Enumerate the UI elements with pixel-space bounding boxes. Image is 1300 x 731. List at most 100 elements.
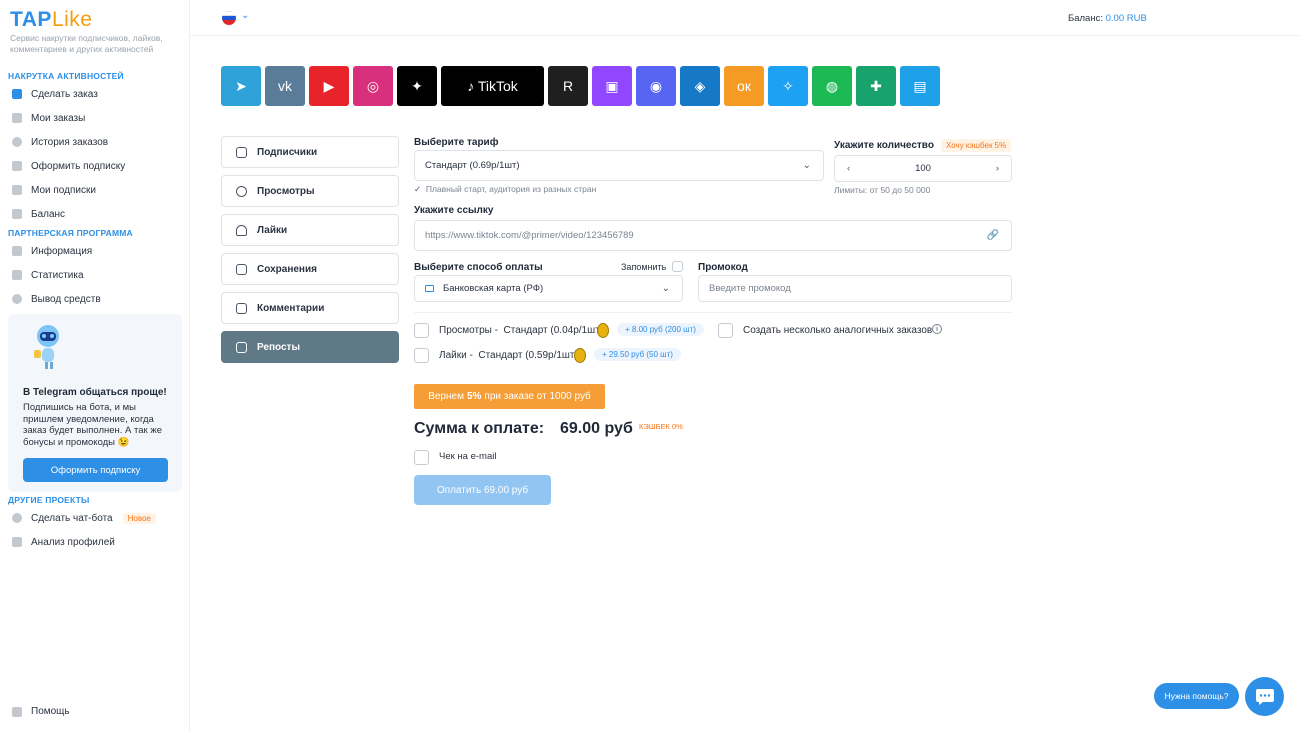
remember-checkbox[interactable] xyxy=(672,261,683,272)
card-icon xyxy=(425,285,434,292)
platform-telegram-button[interactable]: ➤ xyxy=(221,66,261,106)
sidebar-item-make-order[interactable]: Сделать заказ xyxy=(12,85,98,103)
subscribe-telegram-button[interactable]: Оформить подписку xyxy=(23,458,168,482)
promo-text: Подпишись на бота, и мы пришлем уведомле… xyxy=(23,402,162,448)
chevron-down-icon[interactable]: ⌄ xyxy=(241,10,249,21)
divider xyxy=(414,312,1012,313)
chat-icon xyxy=(12,513,22,523)
platform-rutube-button[interactable]: R xyxy=(548,66,588,106)
sidebar: TAPLike Сервис накрутки подписчиков, лай… xyxy=(0,0,190,731)
platform-odnoklassniki-button[interactable]: ок xyxy=(724,66,764,106)
addon-likes-label: Лайки - Стандарт (0.59р/1шт) xyxy=(439,350,578,361)
link-input[interactable]: https://www.tiktok.com/@primer/video/123… xyxy=(414,220,1012,251)
heart-icon xyxy=(236,224,247,236)
platform-selector: ➤ vk ▶ ◎ ✦ ♪ TikTok R ▣ ◉ ◈ ок ✧ ◍ ✚ ▤ xyxy=(221,66,940,106)
section-title-activities: НАКРУТКА АКТИВНОСТЕЙ xyxy=(8,71,124,81)
sidebar-item-my-orders[interactable]: Мои заказы xyxy=(12,109,85,127)
platform-instagram-button[interactable]: ◎ xyxy=(353,66,393,106)
platform-twitter-button[interactable]: ✧ xyxy=(768,66,808,106)
promo-label: Промокод xyxy=(698,262,748,273)
logo[interactable]: TAPLike xyxy=(10,8,92,32)
info-icon[interactable]: i xyxy=(932,324,942,334)
sidebar-item-my-subscriptions[interactable]: Мои подписки xyxy=(12,181,96,199)
quantity-label: Укажите количество xyxy=(834,140,934,151)
new-badge: Новое xyxy=(122,512,156,524)
platform-youtube-button[interactable]: ▶ xyxy=(309,66,349,106)
balance: Баланс: 0.00 RUB xyxy=(1068,13,1147,24)
chevron-right-icon[interactable]: › xyxy=(996,163,999,174)
tab-views[interactable]: Просмотры xyxy=(221,175,399,207)
addon-likes-checkbox[interactable] xyxy=(414,348,429,363)
chevron-left-icon[interactable]: ‹ xyxy=(847,163,850,174)
sidebar-item-profile-analysis[interactable]: Анализ профилей xyxy=(12,533,115,551)
russia-flag-icon[interactable] xyxy=(222,11,236,25)
quantity-limits: Лимиты: от 50 до 50 000 xyxy=(834,185,931,195)
cashback-total: КЭШБЕК 0% xyxy=(639,422,683,431)
robot-icon xyxy=(34,325,59,369)
tagline: Сервис накрутки подписчиков, лайков, ком… xyxy=(10,33,163,54)
sidebar-item-order-history[interactable]: История заказов xyxy=(12,133,108,151)
list-icon xyxy=(12,185,22,195)
platform-threads-button[interactable]: ✦ xyxy=(397,66,437,106)
platform-vk-button[interactable]: vk xyxy=(265,66,305,106)
sidebar-item-chatbot[interactable]: Сделать чат-бота Новое xyxy=(12,509,156,527)
info-icon xyxy=(12,246,22,256)
receipt-checkbox[interactable] xyxy=(414,450,429,465)
section-title-partner: ПАРТНЕРСКАЯ ПРОГРАММА xyxy=(8,228,133,238)
section-title-other-projects: ДРУГИЕ ПРОЕКТЫ xyxy=(8,495,90,505)
sidebar-item-balance[interactable]: Баланс xyxy=(12,205,65,223)
cashback-tag[interactable]: Хочу кэшбек 5% xyxy=(941,139,1012,152)
category-list: Подписчики Просмотры Лайки Сохранения Ко… xyxy=(221,136,399,370)
sidebar-item-statistics[interactable]: Статистика xyxy=(12,266,84,284)
platform-zen-button[interactable]: ✚ xyxy=(856,66,896,106)
tab-comments[interactable]: Комментарии xyxy=(221,292,399,324)
platform-discord-button[interactable]: ◉ xyxy=(636,66,676,106)
sidebar-item-subscribe[interactable]: Оформить подписку xyxy=(12,157,125,175)
payment-select[interactable]: Банковская карта (РФ) ⌄ xyxy=(414,275,683,302)
bag-icon xyxy=(12,89,22,99)
promo-input[interactable]: Введите промокод xyxy=(698,275,1012,302)
help-icon xyxy=(12,706,22,717)
addon-views-checkbox[interactable] xyxy=(414,323,429,338)
chat-widget-button[interactable] xyxy=(1245,677,1284,716)
total-amount: 69.00 руб xyxy=(560,420,633,437)
stack-icon xyxy=(12,537,22,547)
tariff-hint: ✓ Плавный старт, аудитория из разных стр… xyxy=(414,184,597,194)
payment-label: Выберите способ оплаты xyxy=(414,262,543,273)
multi-orders-checkbox[interactable] xyxy=(718,323,733,338)
tab-likes[interactable]: Лайки xyxy=(221,214,399,246)
tab-reposts[interactable]: Репосты xyxy=(221,331,399,363)
coins-icon xyxy=(12,294,22,304)
tariff-label: Выберите тариф xyxy=(414,137,499,148)
help-bubble[interactable]: Нужна помощь? xyxy=(1154,683,1239,709)
link-icon: 🔗 xyxy=(986,230,999,241)
telegram-promo-card: В Telegram общаться проще! Подпишись на … xyxy=(8,314,182,492)
platform-twitch-button[interactable]: ▣ xyxy=(592,66,632,106)
remember-label: Запомнить xyxy=(621,262,667,272)
sidebar-item-help[interactable]: Помощь xyxy=(12,706,70,717)
topbar: ⌄ Баланс: 0.00 RUB xyxy=(190,0,1300,36)
tab-saves[interactable]: Сохранения xyxy=(221,253,399,285)
coin-icon xyxy=(597,323,609,338)
promo-title: В Telegram общаться проще! xyxy=(23,387,167,398)
pay-button[interactable]: Оплатить 69.00 руб xyxy=(414,475,551,505)
users-icon xyxy=(236,146,247,158)
cart-icon xyxy=(12,161,22,171)
eye-icon xyxy=(236,185,247,197)
sidebar-item-withdraw[interactable]: Вывод средств xyxy=(12,290,101,308)
comment-icon xyxy=(236,302,247,314)
quantity-stepper[interactable]: ‹ 100 › xyxy=(834,155,1012,182)
tariff-select[interactable]: Стандарт (0.69р/1шт) ⌄ xyxy=(414,150,824,181)
chevron-down-icon: ⌄ xyxy=(802,160,811,171)
chevron-down-icon: ⌄ xyxy=(661,283,670,294)
sidebar-item-info[interactable]: Информация xyxy=(12,242,92,260)
send-icon xyxy=(236,341,247,353)
platform-chat-button[interactable]: ▤ xyxy=(900,66,940,106)
addon-likes-bonus: + 29.50 руб (50 шт) xyxy=(594,348,681,361)
platform-spotify-button[interactable]: ◍ xyxy=(812,66,852,106)
platform-likee-button[interactable]: ◈ xyxy=(680,66,720,106)
addon-views-bonus: + 8.00 руб (200 шт) xyxy=(617,323,704,336)
tab-subscribers[interactable]: Подписчики xyxy=(221,136,399,168)
link-label: Укажите ссылку xyxy=(414,205,494,216)
platform-tiktok-button[interactable]: ♪ TikTok xyxy=(441,66,544,106)
